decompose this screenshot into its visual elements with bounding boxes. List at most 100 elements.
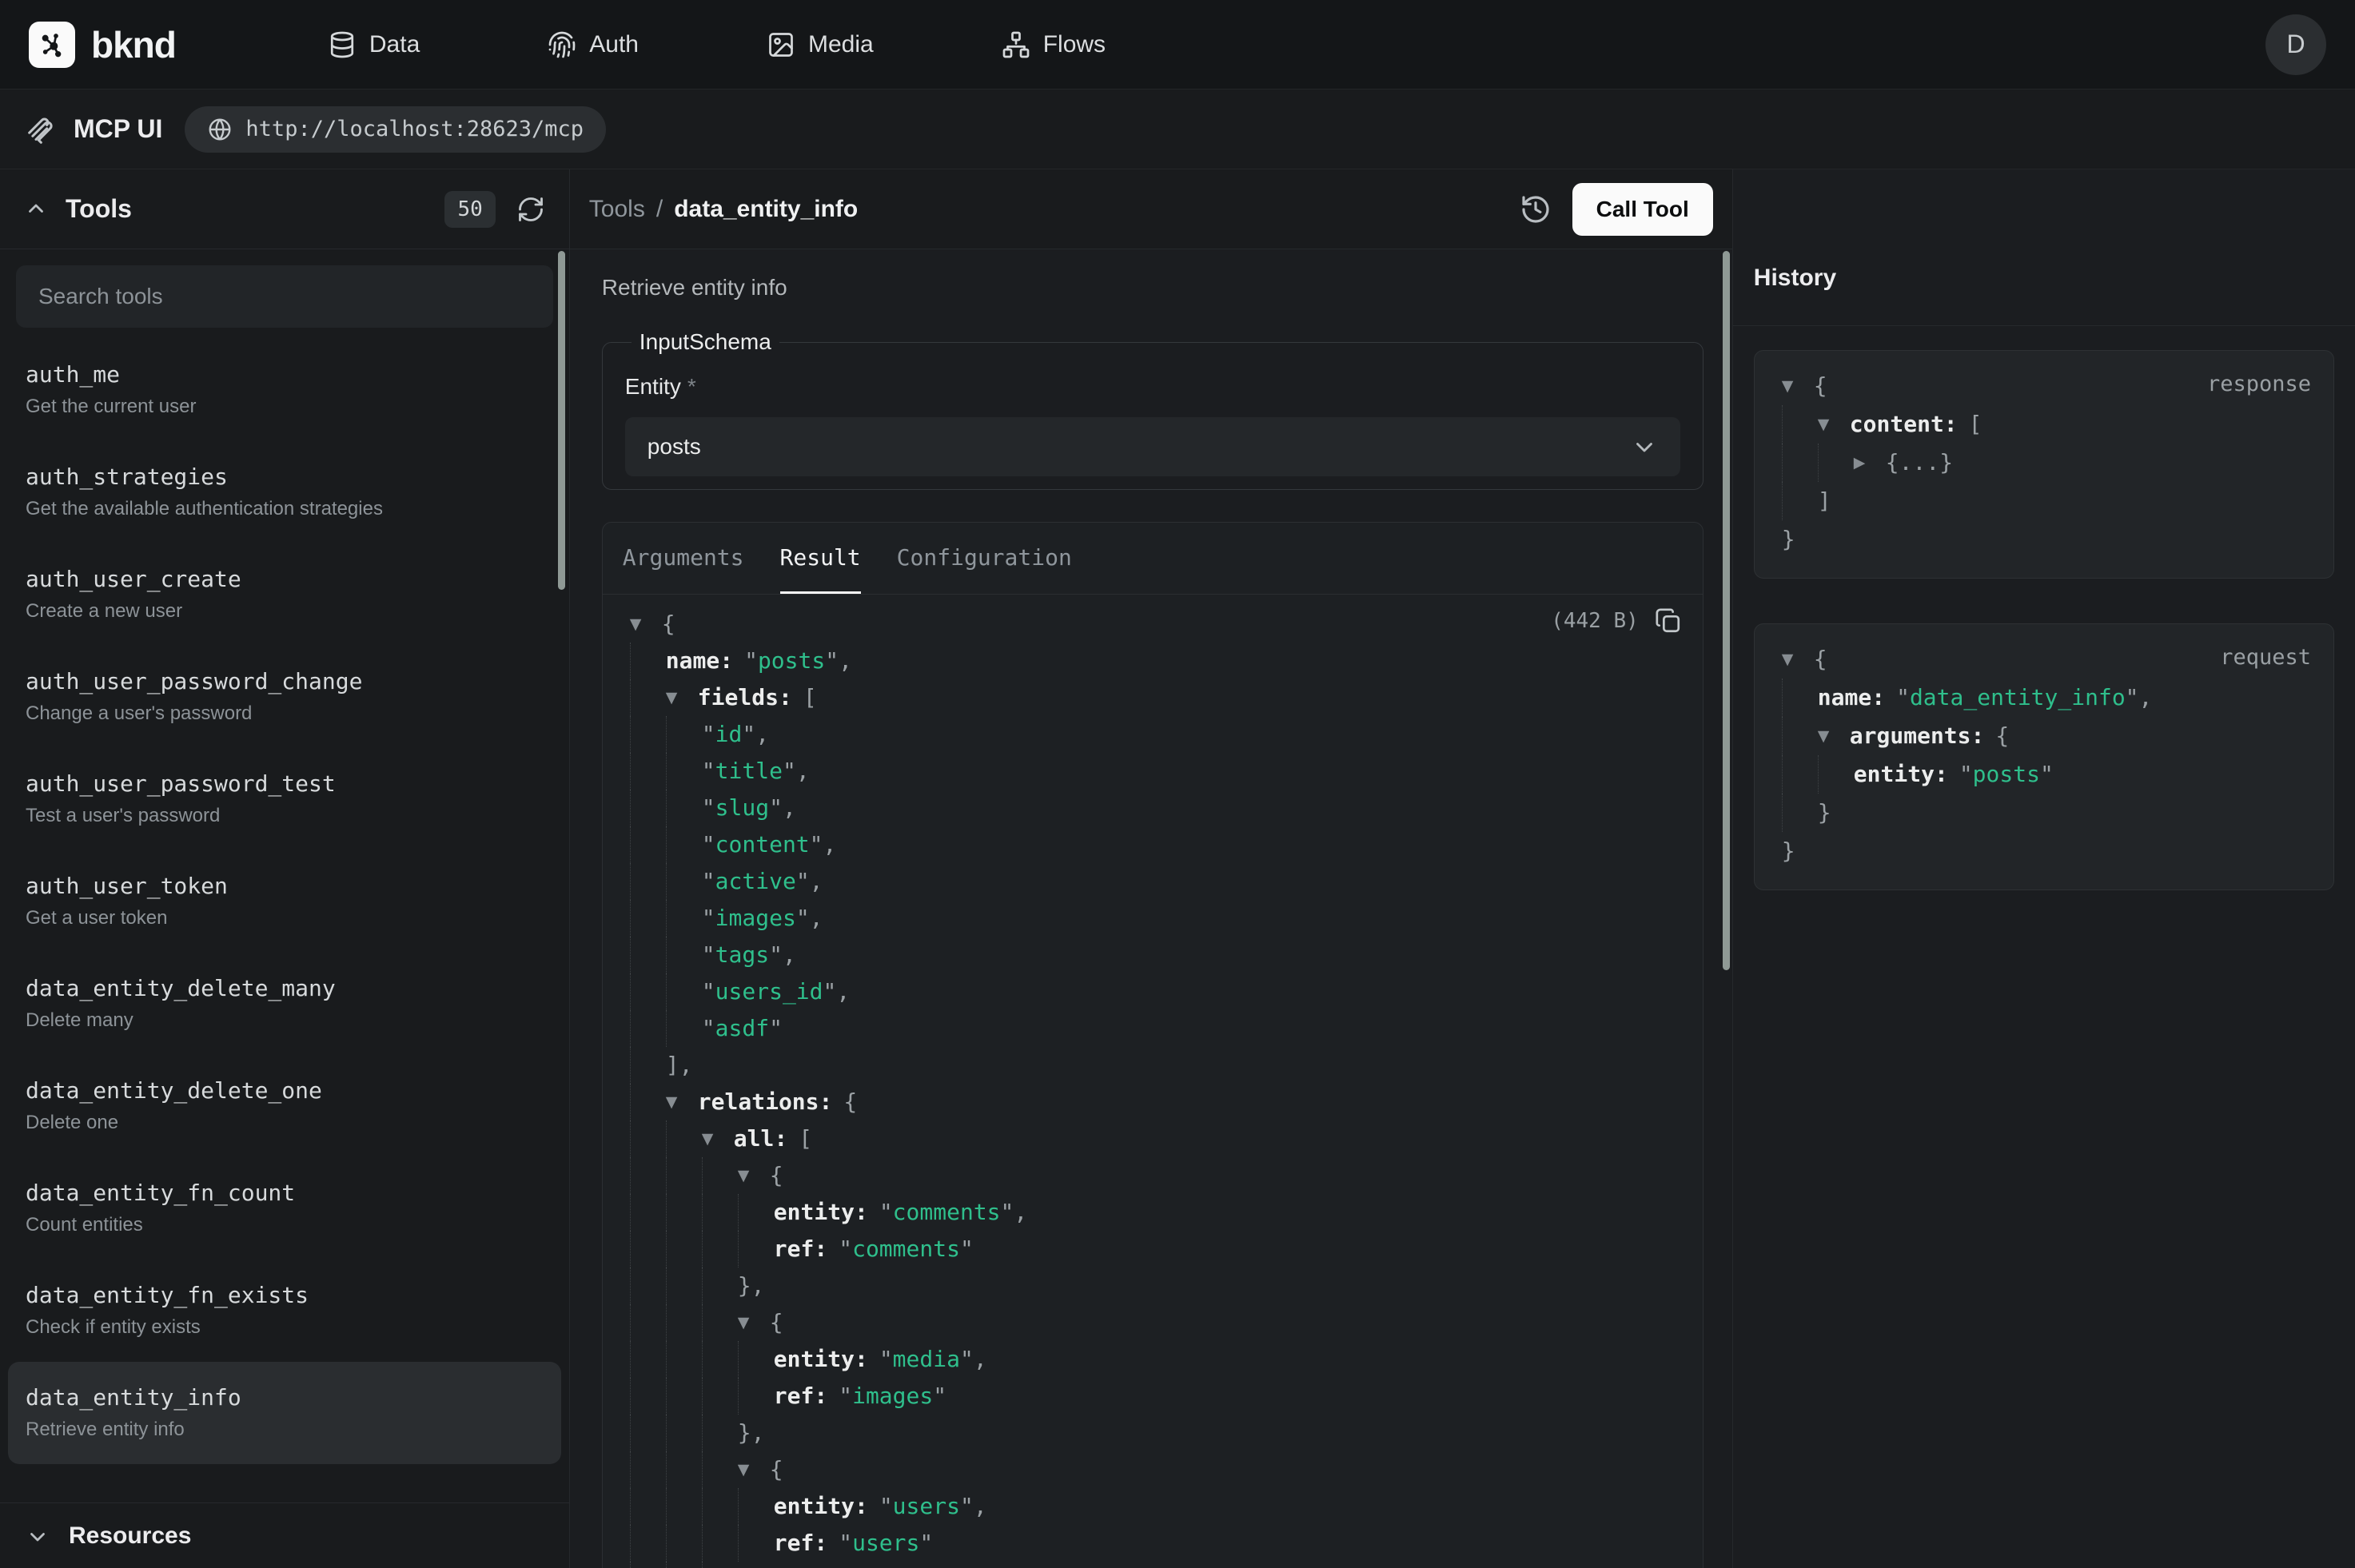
chevron-down-icon [1631,433,1658,460]
collapse-triangle-icon[interactable]: ▼ [738,1304,770,1341]
input-schema-fieldset: InputSchema Entity* posts [602,329,1703,490]
json-row: "title", [603,753,1703,790]
entity-field-label: Entity* [625,374,1680,400]
history-icon[interactable] [1520,193,1552,225]
tab-arguments[interactable]: Arguments [623,523,744,594]
json-row: ] [1775,482,2313,520]
tool-list-item-auth_strategies[interactable]: auth_strategies Get the available authen… [8,441,561,543]
mcp-subheader: MCP UI http://localhost:28623/mcp [0,90,2355,169]
entity-select[interactable]: posts [625,417,1680,476]
result-size-label: (442 B) [1551,609,1639,633]
json-row: } [1775,794,2313,832]
history-entry-type: request [2220,645,2311,670]
tool-list-item-data_entity_delete_many[interactable]: data_entity_delete_many Delete many [8,953,561,1055]
tool-list-item-auth_user_password_test[interactable]: auth_user_password_test Test a user's pa… [8,748,561,850]
history-entry-response[interactable]: response ▼{▼content:[▶{...}]} [1754,350,2334,579]
json-row: entity:"media", [603,1341,1703,1378]
json-row: entity:"users", [603,1488,1703,1525]
json-row: name:"data_entity_info", [1775,679,2313,717]
call-tool-button[interactable]: Call Tool [1572,183,1713,236]
json-row: "asdf" [603,1010,1703,1047]
fingerprint-icon [548,30,576,59]
tab-result[interactable]: Result [780,523,861,594]
tools-list: auth_me Get the current user auth_strate… [0,249,569,1502]
sidebar-scrollbar[interactable] [558,251,565,590]
tab-configuration[interactable]: Configuration [897,523,1072,594]
json-row: ▼content:[ [1775,405,2313,444]
workflow-icon [1002,30,1030,59]
result-card: Arguments Result Configuration (442 B) ▼ [602,522,1703,1568]
history-entries: response ▼{▼content:[▶{...}]} request ▼{… [1733,326,2355,914]
json-row: "images", [603,900,1703,937]
collapse-triangle-icon[interactable]: ▼ [702,1120,734,1157]
collapse-triangle-icon[interactable]: ▼ [666,1084,698,1120]
collapse-triangle-icon[interactable]: ▼ [630,606,662,643]
json-row: }, [603,1268,1703,1304]
avatar-initial: D [2286,30,2305,59]
entity-select-value: posts [648,434,1631,460]
topbar: bknd Data Auth Media Flows D [0,0,2355,90]
tools-sidebar: Tools 50 auth_me Get the current user au… [0,169,570,1568]
top-nav-item-media[interactable]: Media [767,30,874,59]
json-row: "content", [603,826,1703,863]
json-row: ref:"users" [603,1525,1703,1562]
tool-list-item-data_entity_delete_one[interactable]: data_entity_delete_one Delete one [8,1055,561,1157]
collapse-triangle-icon[interactable]: ▼ [666,679,698,716]
collapse-triangle-icon[interactable]: ▼ [738,1157,770,1194]
top-nav: Data Auth Media Flows [328,30,1106,59]
search-input[interactable] [16,265,553,328]
top-nav-item-flows[interactable]: Flows [1002,30,1106,59]
tool-list-item-data_entity_info[interactable]: data_entity_info Retrieve entity info [8,1362,561,1464]
tool-list-item-data_entity_fn_count[interactable]: data_entity_fn_count Count entities [8,1157,561,1260]
user-avatar[interactable]: D [2265,14,2326,75]
json-row: name:"posts", [603,643,1703,679]
top-nav-item-auth[interactable]: Auth [548,30,639,59]
mcp-title: MCP UI [74,114,162,144]
collapse-triangle-icon[interactable]: ▼ [1782,640,1814,679]
breadcrumb-separator: / [656,196,663,223]
history-title: History [1754,265,1836,292]
tool-list-item-auth_user_token[interactable]: auth_user_token Get a user token [8,850,561,953]
json-row: "tags", [603,937,1703,973]
json-row: ▼all:[ [603,1120,1703,1157]
breadcrumb-section[interactable]: Tools [589,196,645,223]
top-nav-item-data[interactable]: Data [328,30,420,59]
tool-list-item-auth_user_create[interactable]: auth_user_create Create a new user [8,543,561,646]
brand-name: bknd [91,23,176,66]
json-row: "slug", [603,790,1703,826]
collapse-triangle-icon[interactable]: ▼ [1782,367,1814,405]
json-row: ref:"images" [603,1378,1703,1415]
tools-section-header[interactable]: Tools 50 [0,169,569,249]
database-icon [328,30,357,59]
brand[interactable]: bknd [29,22,176,68]
json-row: } [1775,832,2313,870]
bknd-logo-icon [29,22,75,68]
json-row: ref:"comments" [603,1231,1703,1268]
globe-icon [207,117,233,142]
main-scrollbar[interactable] [1723,251,1730,970]
tool-list-item-auth_user_password_change[interactable]: auth_user_password_change Change a user'… [8,646,561,748]
server-url-pill[interactable]: http://localhost:28623/mcp [185,106,606,153]
mcp-icon [24,113,56,145]
refresh-icon[interactable] [516,195,545,224]
history-panel: History response ▼{▼content:[▶{...}]} re… [1732,169,2355,1568]
resources-section-header[interactable]: Resources [0,1502,569,1568]
json-row: ▼arguments:{ [1775,717,2313,755]
result-tabs: Arguments Result Configuration [603,523,1703,595]
json-row: } [1775,520,2313,559]
json-row: "id", [603,716,1703,753]
tool-list-item-auth_me[interactable]: auth_me Get the current user [8,339,561,441]
json-row: entity:"comments", [603,1194,1703,1231]
expand-triangle-icon[interactable]: ▶ [1854,444,1886,482]
tool-list-item-data_entity_fn_exists[interactable]: data_entity_fn_exists Check if entity ex… [8,1260,561,1362]
copy-icon[interactable] [1655,607,1682,635]
collapse-triangle-icon[interactable]: ▼ [738,1451,770,1488]
image-icon [767,30,795,59]
history-entry-type: response [2207,372,2311,396]
history-entry-request[interactable]: request ▼{name:"data_entity_info",▼argum… [1754,623,2334,890]
json-row: "active", [603,863,1703,900]
json-row: ▼fields:[ [603,679,1703,716]
collapse-triangle-icon[interactable]: ▼ [1818,717,1850,755]
collapse-triangle-icon[interactable]: ▼ [1818,405,1850,444]
json-row: ▼relations:{ [603,1084,1703,1120]
